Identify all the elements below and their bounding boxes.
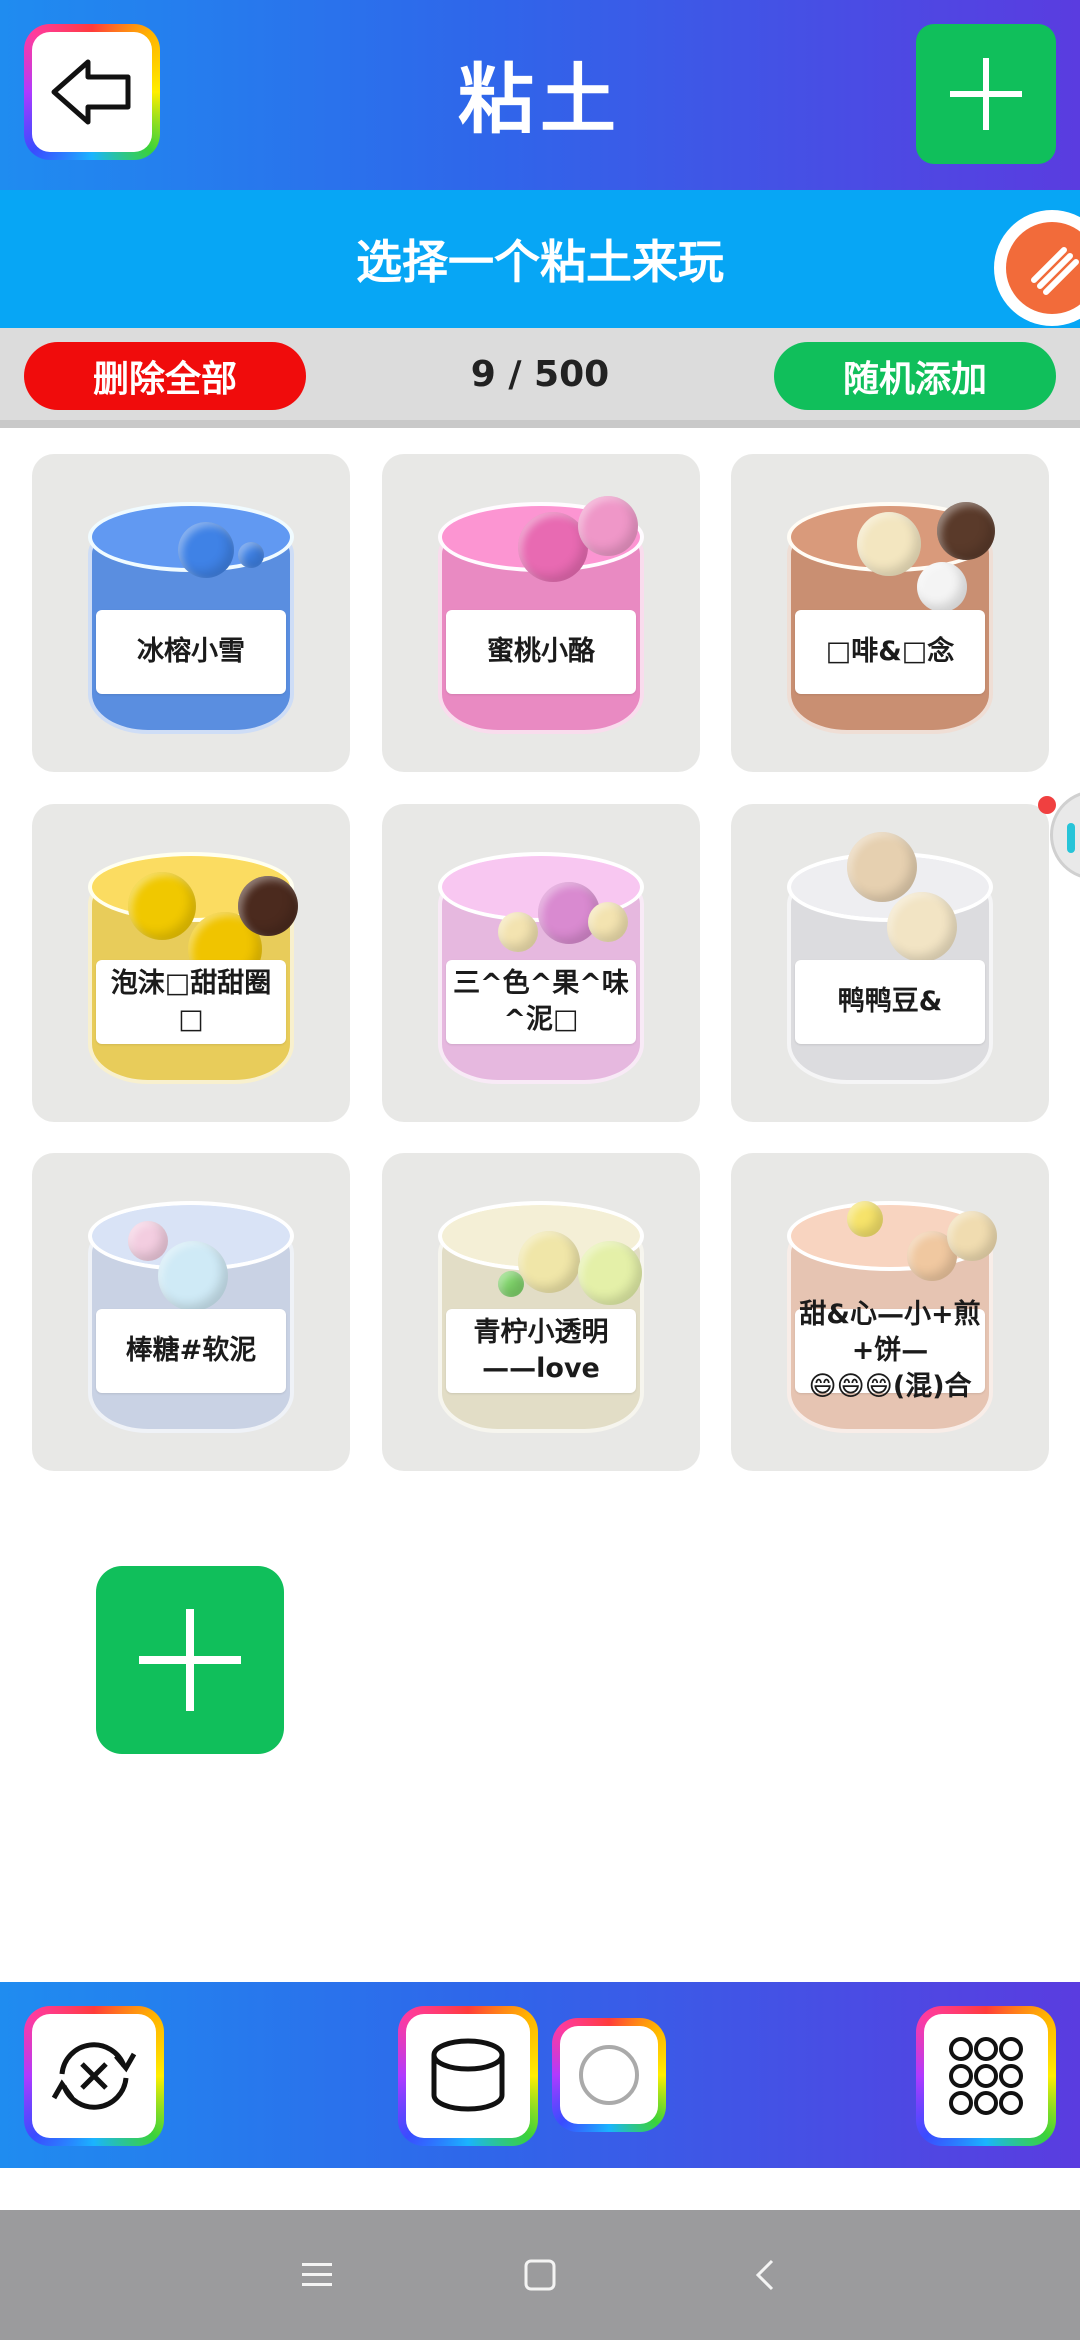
- slime-topping: [498, 1271, 524, 1297]
- jar-icon: [431, 2038, 505, 2112]
- slime-topping: [238, 876, 298, 936]
- slime-topping: [847, 1201, 883, 1237]
- slime-topping: [498, 912, 538, 952]
- bottom-toolbar: [0, 1982, 1080, 2168]
- subtitle-text: 选择一个粘土来玩: [356, 235, 724, 289]
- slime-topping: [937, 502, 995, 560]
- slime-name-label: 三^色^果^味^泥□: [446, 960, 636, 1044]
- slime-topping: [178, 522, 234, 578]
- slime-card[interactable]: 三^色^果^味^泥□: [382, 804, 700, 1122]
- slime-topping: [588, 902, 628, 942]
- back-key[interactable]: [740, 2250, 790, 2300]
- menu-button[interactable]: [916, 2006, 1056, 2146]
- slime-topping: [887, 892, 957, 962]
- subtitle-bar: 选择一个粘土来玩: [0, 190, 1080, 328]
- slime-jar: 棒糖#软泥: [88, 1201, 294, 1433]
- app-header: 粘土: [0, 0, 1080, 190]
- plus-icon: [139, 1609, 241, 1711]
- square-icon: [524, 2259, 556, 2291]
- random-add-button[interactable]: 随机添加: [774, 342, 1056, 410]
- slime-card[interactable]: 冰榕小雪: [32, 454, 350, 772]
- slime-jar: 甜&心—小+煎+饼— 😄😄😄(混)合: [787, 1201, 997, 1433]
- slime-topping: [857, 512, 921, 576]
- slime-name-label: 甜&心—小+煎+饼— 😄😄😄(混)合: [795, 1299, 985, 1402]
- slime-card[interactable]: 青柠小透明 ——love: [382, 1153, 700, 1471]
- brush-icon: [1031, 247, 1079, 295]
- add-slime-top-button[interactable]: [916, 24, 1056, 164]
- system-nav-bar: [0, 2210, 1080, 2340]
- reset-icon: [51, 2042, 137, 2110]
- slime-name-label: 青柠小透明 ——love: [446, 1309, 636, 1393]
- jar-button[interactable]: [398, 2006, 538, 2146]
- slime-topping: [128, 872, 196, 940]
- slime-topping: [578, 496, 638, 556]
- slime-topping: [518, 1231, 580, 1293]
- slime-name-label: 冰榕小雪: [96, 610, 286, 694]
- grid-icon: [949, 2037, 1023, 2115]
- home-key[interactable]: [515, 2250, 565, 2300]
- slime-name-label: 棒糖#软泥: [96, 1309, 286, 1393]
- reset-button[interactable]: [24, 2006, 164, 2146]
- slime-card[interactable]: 蜜桃小酪: [382, 454, 700, 772]
- brush-button[interactable]: [994, 210, 1080, 326]
- control-bar: 删除全部 9 / 500 随机添加: [0, 328, 1080, 428]
- slime-topping: [158, 1241, 228, 1311]
- slime-card[interactable]: 甜&心—小+煎+饼— 😄😄😄(混)合: [731, 1153, 1049, 1471]
- slime-topping: [917, 562, 967, 612]
- slime-topping: [128, 1221, 168, 1261]
- slime-topping: [578, 1241, 642, 1305]
- shape-button[interactable]: [552, 2018, 666, 2132]
- slime-jar: 鸭鸭豆&: [787, 832, 993, 1084]
- slime-jar: □啡&□念: [787, 502, 995, 734]
- slime-topping: [847, 832, 917, 902]
- slime-name-label: □啡&□念: [795, 610, 985, 694]
- circle-icon: [579, 2045, 639, 2105]
- slime-card[interactable]: □啡&□念: [731, 454, 1049, 772]
- slime-name-label: 蜜桃小酪: [446, 610, 636, 694]
- slime-jar: 青柠小透明 ——love: [438, 1201, 644, 1433]
- slime-card[interactable]: 泡沫□甜甜圈□: [32, 804, 350, 1122]
- recents-key[interactable]: [292, 2250, 342, 2300]
- slime-topping: [238, 542, 264, 568]
- slime-name-label: 泡沫□甜甜圈□: [96, 960, 286, 1044]
- slime-name-label: 鸭鸭豆&: [795, 960, 985, 1044]
- add-slime-button[interactable]: [96, 1566, 284, 1754]
- slime-jar: 三^色^果^味^泥□: [438, 852, 644, 1084]
- plus-icon: [950, 58, 1022, 130]
- slime-jar: 蜜桃小酪: [438, 496, 644, 734]
- slime-jar: 泡沫□甜甜圈□: [88, 852, 298, 1084]
- slime-jar: 冰榕小雪: [88, 502, 294, 734]
- slime-card[interactable]: 鸭鸭豆&: [731, 804, 1049, 1122]
- notification-dot: [1038, 796, 1056, 814]
- chevron-left-icon: [755, 2259, 774, 2291]
- slime-card[interactable]: 棒糖#软泥: [32, 1153, 350, 1471]
- menu-lines-icon: [302, 2263, 332, 2286]
- slime-topping: [947, 1211, 997, 1261]
